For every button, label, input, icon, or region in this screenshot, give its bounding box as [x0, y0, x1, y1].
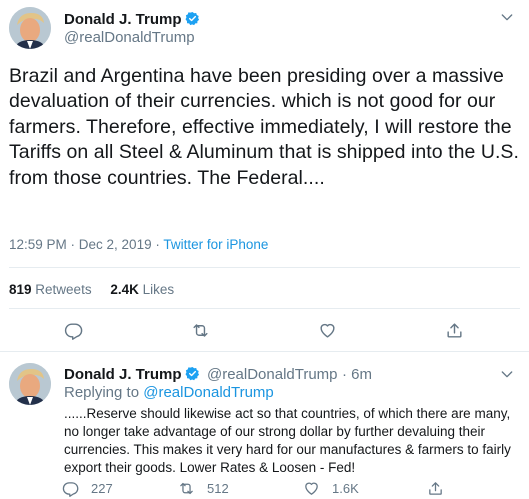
- replying-to-handle[interactable]: @realDonaldTrump: [143, 384, 274, 401]
- likes-count: 2.4K: [110, 282, 139, 297]
- main-tweet-meta: 12:59 PM · Dec 2, 2019 · Twitter for iPh…: [9, 237, 268, 252]
- replying-to: Replying to @realDonaldTrump: [64, 384, 274, 401]
- like-count: 1.6K: [332, 481, 359, 496]
- share-button[interactable]: [427, 480, 444, 497]
- chevron-down-icon[interactable]: [499, 9, 519, 25]
- reply-author-handle[interactable]: @realDonaldTrump: [207, 366, 338, 383]
- retweets-stat[interactable]: 819 Retweets: [9, 282, 92, 297]
- retweets-count: 819: [9, 282, 32, 297]
- like-button[interactable]: [316, 319, 338, 341]
- reply-tweet-text: ......Reserve should likewise act so tha…: [64, 406, 511, 475]
- verified-badge-icon: [185, 11, 199, 26]
- chevron-down-icon[interactable]: [499, 366, 519, 382]
- main-author-name-text[interactable]: Donald J. Trump: [64, 11, 182, 28]
- retweets-label: Retweets: [35, 282, 92, 297]
- like-icon: [319, 323, 335, 338]
- reply-avatar[interactable]: [9, 363, 51, 405]
- reply-count: 227: [91, 481, 113, 496]
- share-icon: [429, 482, 442, 495]
- divider: [9, 267, 520, 268]
- main-avatar[interactable]: [9, 7, 51, 49]
- retweet-count: 512: [207, 481, 229, 496]
- main-tweet-source[interactable]: Twitter for iPhone: [163, 237, 268, 252]
- meta-separator: ·: [155, 237, 160, 252]
- retweet-button[interactable]: 512: [178, 480, 229, 497]
- reply-age[interactable]: · 6m: [342, 366, 372, 383]
- divider: [9, 308, 520, 309]
- share-button[interactable]: [443, 319, 465, 341]
- main-author-handle[interactable]: @realDonaldTrump: [64, 29, 195, 46]
- likes-label: Likes: [142, 282, 175, 297]
- reply-button[interactable]: 227: [62, 480, 113, 497]
- divider: [0, 351, 529, 352]
- reply-icon: [64, 322, 82, 340]
- like-button[interactable]: 1.6K: [303, 480, 359, 497]
- reply-header: Donald J. Trump @realDonaldTrump · 6m: [64, 366, 372, 384]
- reply-button[interactable]: [62, 319, 84, 341]
- main-tweet-stats: 819 Retweets 2.4K Likes: [9, 282, 174, 297]
- reply-icon: [62, 482, 79, 497]
- like-icon: [305, 482, 318, 495]
- main-tweet-text: Brazil and Argentina have been presiding…: [9, 65, 519, 189]
- retweet-button[interactable]: [189, 319, 211, 341]
- reply-author-name[interactable]: Donald J. Trump: [64, 366, 182, 383]
- replying-to-label: Replying to: [64, 384, 140, 401]
- verified-badge-icon: [185, 366, 199, 381]
- retweet-icon: [180, 482, 193, 495]
- main-tweet-time[interactable]: 12:59 PM · Dec 2, 2019: [9, 237, 152, 252]
- main-author-name[interactable]: Donald J. Trump: [64, 11, 200, 28]
- retweet-icon: [192, 323, 208, 337]
- share-icon: [446, 322, 462, 338]
- likes-stat[interactable]: 2.4K Likes: [110, 282, 174, 297]
